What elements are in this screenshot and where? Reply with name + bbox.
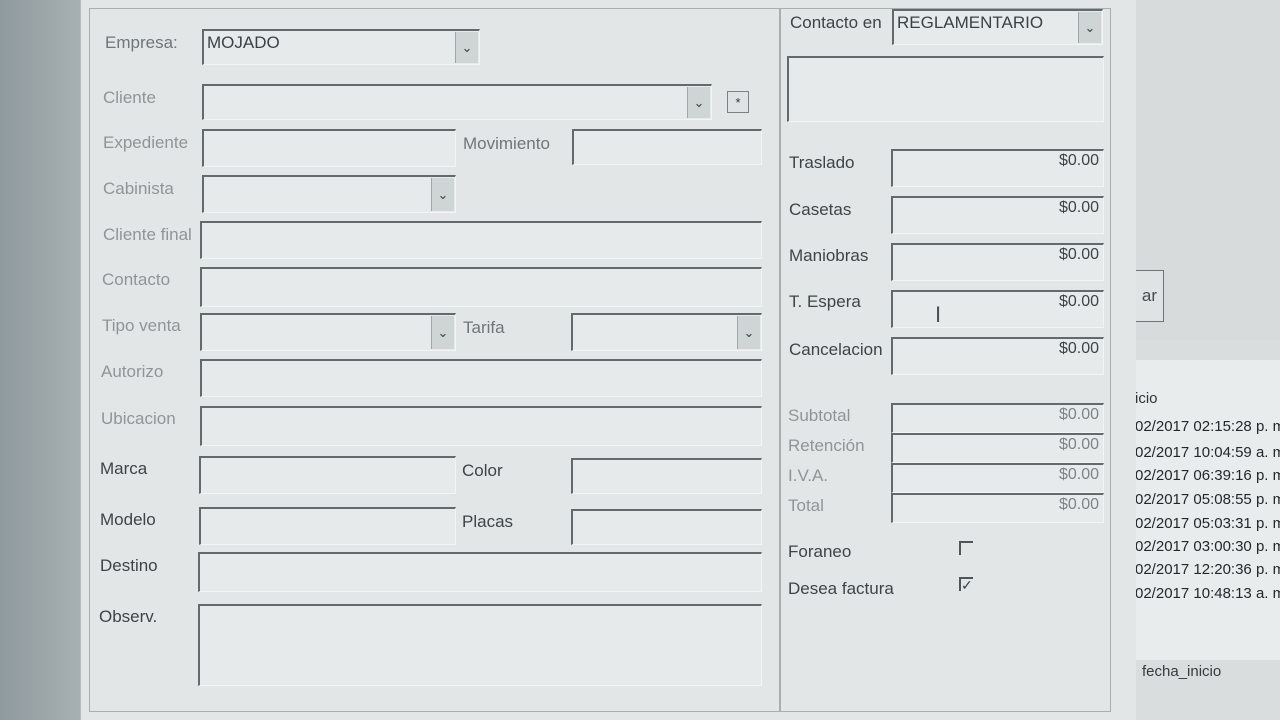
chevron-down-icon[interactable]: ⌄ — [1078, 12, 1101, 43]
observ-textarea[interactable] — [198, 604, 762, 686]
background-footer: fecha_inicio — [1135, 655, 1280, 695]
contacto-label: Contacto — [102, 270, 171, 289]
maniobras-value: $0.00 — [1058, 246, 1099, 263]
cancelacion-label: Cancelacion — [789, 340, 883, 359]
check-icon: ✓ — [961, 577, 973, 593]
contacto-en-label: Contacto en — [790, 13, 882, 32]
casetas-field[interactable]: $0.00 — [891, 196, 1104, 234]
t-espera-value: $0.00 — [1058, 293, 1099, 310]
ubicacion-field[interactable] — [200, 406, 762, 446]
chevron-down-icon[interactable]: ⌄ — [431, 178, 454, 211]
contacto-en-detail-box[interactable] — [787, 56, 1104, 122]
table-row[interactable]: 02/2017 06:39:16 p. m — [1135, 467, 1280, 484]
total-label: Total — [788, 496, 824, 515]
table-row[interactable]: 02/2017 05:03:31 p. m — [1135, 515, 1280, 532]
marca-label: Marca — [100, 459, 148, 478]
expediente-field[interactable] — [202, 129, 456, 167]
modelo-label: Modelo — [100, 510, 156, 529]
traslado-label: Traslado — [789, 153, 855, 172]
retencion-field: $0.00 — [891, 433, 1104, 463]
autorizo-field[interactable] — [200, 359, 762, 397]
tarifa-combo[interactable]: ⌄ — [571, 313, 762, 351]
desea-factura-checkbox[interactable]: ✓ — [959, 577, 973, 593]
maniobras-field[interactable]: $0.00 — [891, 243, 1104, 281]
cancelacion-value: $0.00 — [1058, 340, 1099, 357]
table-row[interactable]: 02/2017 10:04:59 a. m — [1135, 444, 1280, 461]
empresa-value: MOJADO — [207, 33, 280, 52]
t-espera-label: T. Espera — [789, 292, 861, 311]
casetas-value: $0.00 — [1058, 199, 1099, 216]
iva-field: $0.00 — [891, 463, 1104, 493]
table-row[interactable]: 02/2017 10:48:13 a. m — [1135, 585, 1280, 602]
cabinista-combo[interactable]: ⌄ — [202, 175, 456, 213]
autorizo-label: Autorizo — [101, 362, 164, 381]
contacto-en-value: REGLAMENTARIO — [897, 13, 1044, 32]
casetas-label: Casetas — [789, 200, 852, 219]
color-label: Color — [462, 461, 503, 480]
cliente-add-button[interactable]: * — [727, 91, 749, 113]
observ-label: Observ. — [99, 607, 158, 626]
traslado-value: $0.00 — [1058, 152, 1099, 169]
subtotal-value: $0.00 — [1058, 406, 1099, 423]
movimiento-label: Movimiento — [463, 134, 550, 153]
cancelacion-field[interactable]: $0.00 — [891, 337, 1104, 375]
retencion-label: Retención — [788, 436, 865, 455]
retencion-value: $0.00 — [1058, 436, 1099, 453]
contacto-en-combo[interactable]: REGLAMENTARIO ⌄ — [892, 9, 1103, 45]
table-row[interactable]: 02/2017 03:00:30 p. m — [1135, 538, 1280, 555]
table-row[interactable]: 02/2017 12:20:36 p. m — [1135, 561, 1280, 578]
table-row[interactable]: 02/2017 02:15:28 p. m — [1135, 418, 1280, 435]
subtotal-field: $0.00 — [891, 403, 1104, 433]
chevron-down-icon[interactable]: ⌄ — [687, 87, 710, 118]
background-grid[interactable]: icio 02/2017 02:15:28 p. m 02/2017 10:04… — [1135, 360, 1280, 660]
cliente-final-label: Cliente final — [103, 225, 192, 244]
tarifa-label: Tarifa — [463, 318, 505, 337]
color-field[interactable] — [571, 458, 762, 494]
cliente-final-field[interactable] — [200, 221, 762, 259]
ubicacion-label: Ubicacion — [101, 409, 176, 428]
cliente-combo[interactable]: ⌄ — [202, 84, 712, 120]
i-beam-cursor-icon: I — [935, 302, 942, 327]
iva-value: $0.00 — [1058, 466, 1099, 483]
total-field: $0.00 — [891, 493, 1104, 523]
service-dialog: Empresa: MOJADO ⌄ Cliente ⌄ * Expediente… — [80, 0, 1136, 720]
destino-field[interactable] — [198, 552, 762, 592]
iva-label: I.V.A. — [788, 466, 829, 485]
maniobras-label: Maniobras — [789, 246, 869, 265]
chevron-down-icon[interactable]: ⌄ — [737, 316, 760, 349]
placas-field[interactable] — [571, 509, 762, 545]
t-espera-field[interactable]: $0.00 — [891, 290, 1104, 328]
desktop-background — [0, 0, 80, 720]
marca-field[interactable] — [199, 456, 456, 494]
table-row[interactable]: 02/2017 05:08:55 p. m — [1135, 491, 1280, 508]
cliente-label: Cliente — [103, 88, 156, 107]
tipo-venta-combo[interactable]: ⌄ — [200, 313, 456, 351]
grid-header: icio — [1135, 390, 1158, 407]
desea-factura-label: Desea factura — [788, 579, 894, 598]
footer-column-label: fecha_inicio — [1142, 663, 1222, 680]
total-value: $0.00 — [1058, 496, 1099, 513]
tipo-venta-label: Tipo venta — [102, 316, 181, 335]
chevron-down-icon[interactable]: ⌄ — [455, 32, 478, 63]
cabinista-label: Cabinista — [103, 179, 174, 198]
empresa-combo[interactable]: MOJADO ⌄ — [202, 29, 480, 65]
modelo-field[interactable] — [199, 507, 456, 545]
movimiento-field[interactable] — [572, 129, 762, 165]
subtotal-label: Subtotal — [788, 406, 851, 425]
foraneo-label: Foraneo — [788, 542, 852, 561]
contacto-field[interactable] — [200, 267, 762, 307]
empresa-label: Empresa: — [105, 33, 178, 52]
foraneo-checkbox[interactable] — [959, 541, 973, 555]
placas-label: Placas — [462, 512, 514, 531]
expediente-label: Expediente — [103, 133, 189, 152]
traslado-field[interactable]: $0.00 — [891, 149, 1104, 187]
destino-label: Destino — [100, 556, 158, 575]
chevron-down-icon[interactable]: ⌄ — [431, 316, 454, 349]
